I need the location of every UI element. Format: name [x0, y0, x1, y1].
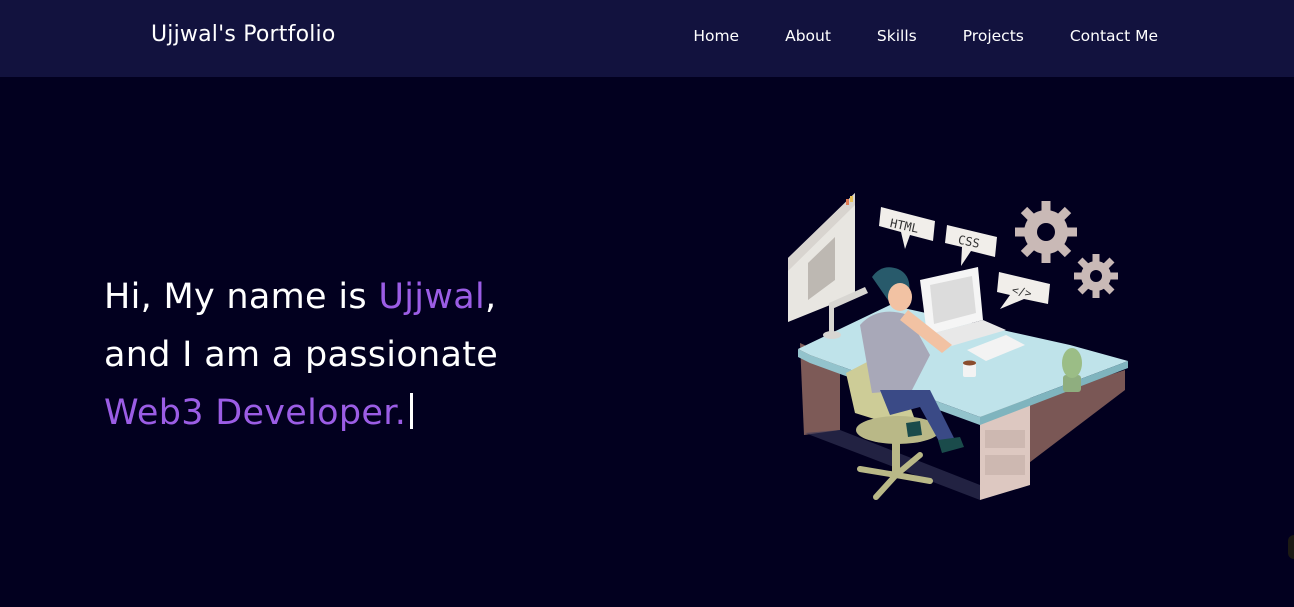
coffee-cup-graphic: [963, 360, 976, 377]
gear-small-icon: [1074, 254, 1118, 298]
scroll-to-top-button[interactable]: [1288, 535, 1294, 559]
nav-link-about[interactable]: About: [785, 27, 831, 45]
hero-intro: Hi, My name is Ujjwal, and I am a passio…: [104, 268, 498, 442]
plant-graphic: [1062, 348, 1082, 392]
nav-links: Home About Skills Projects Contact Me: [693, 27, 1158, 45]
navbar: Ujjwal's Portfolio Home About Skills Pro…: [0, 0, 1294, 77]
nav-link-projects[interactable]: Projects: [963, 27, 1024, 45]
nav-link-skills[interactable]: Skills: [877, 27, 917, 45]
typing-cursor: [410, 393, 414, 429]
hero-line-3: Web3 Developer.: [104, 384, 498, 442]
html-bubble: HTML: [879, 207, 935, 249]
gear-large-icon: [1015, 201, 1077, 263]
hero-comma: ,: [484, 277, 497, 317]
css-bubble: CSS: [945, 225, 997, 266]
developer-desk-illustration: HTML CSS </>: [788, 193, 1128, 500]
nav-link-contact[interactable]: Contact Me: [1070, 27, 1158, 45]
hero-name: Ujjwal: [378, 277, 485, 317]
code-bubble: </>: [997, 272, 1050, 309]
nav-link-home[interactable]: Home: [693, 27, 739, 45]
hero-greeting: Hi, My name is: [104, 277, 379, 317]
brand-logo-text[interactable]: Ujjwal's Portfolio: [151, 22, 336, 47]
hero-line-1: Hi, My name is Ujjwal,: [104, 268, 498, 326]
hero-line-2: and I am a passionate: [104, 335, 499, 375]
hero-role-typed: Web3 Developer.: [104, 393, 407, 433]
